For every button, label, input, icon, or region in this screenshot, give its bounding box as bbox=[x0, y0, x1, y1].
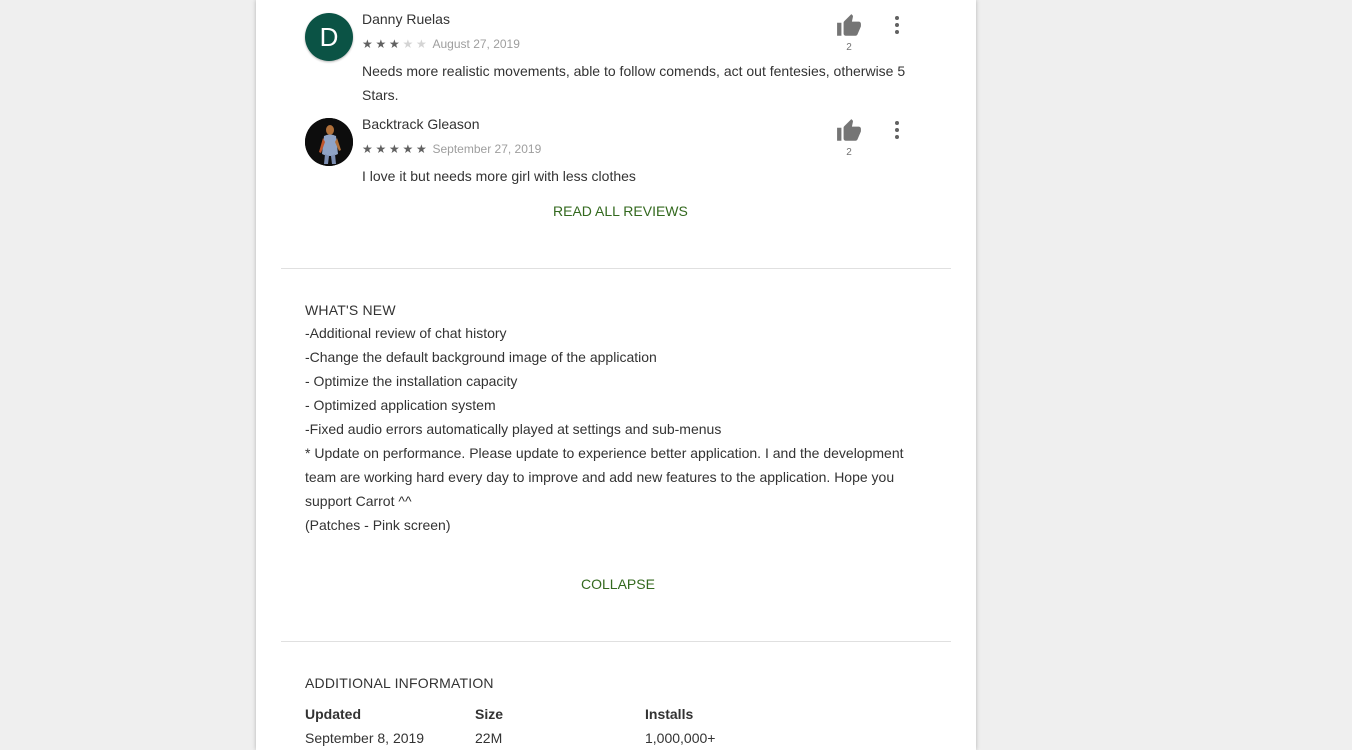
helpful-count: 2 bbox=[846, 147, 852, 158]
star-icon: ★ bbox=[402, 142, 414, 156]
note-line: * Update on performance. Please update t… bbox=[305, 445, 904, 509]
star-icon: ★ bbox=[416, 142, 427, 156]
thumb-up-icon[interactable] bbox=[836, 118, 862, 144]
note-line: -Additional review of chat history bbox=[305, 325, 507, 341]
additional-info-title: ADDITIONAL INFORMATION bbox=[305, 675, 494, 691]
star-icon: ★ bbox=[362, 142, 373, 156]
info-label: Installs bbox=[645, 706, 694, 722]
review-text: Needs more realistic movements, able to … bbox=[362, 63, 906, 103]
note-line: (Patches - Pink screen) bbox=[305, 517, 451, 533]
star-icon: ★ bbox=[416, 37, 427, 51]
star-icon: ★ bbox=[375, 37, 387, 51]
review-item: Backtrack Gleason ★ ★ ★ ★ ★ September 27, 20… bbox=[305, 116, 925, 188]
review-date: September 27, 2019 bbox=[432, 142, 542, 156]
note-line: - Optimize the installation capacity bbox=[305, 373, 518, 389]
more-vert-icon[interactable] bbox=[887, 118, 907, 144]
review-text: I love it but needs more girl with less … bbox=[362, 168, 636, 184]
review-meta: ★ ★ ★ ★ ★ August 27, 2019 bbox=[362, 37, 520, 51]
thumb-up-icon[interactable] bbox=[836, 13, 862, 39]
divider bbox=[281, 268, 951, 269]
info-value: September 8, 2019 bbox=[305, 730, 425, 746]
star-icon: ★ bbox=[362, 37, 373, 51]
star-icon: ★ bbox=[402, 37, 414, 51]
whats-new-title: WHAT'S NEW bbox=[305, 302, 396, 318]
star-rating: ★ ★ ★ ★ ★ bbox=[362, 143, 430, 155]
info-updated: Updated September 8, 2019 bbox=[305, 706, 424, 746]
note-line: - Optimized application system bbox=[305, 397, 496, 413]
divider bbox=[281, 641, 951, 642]
helpful-count: 2 bbox=[846, 42, 852, 53]
info-label: Updated bbox=[305, 706, 361, 722]
whats-new-notes: -Additional review of chat history -Chan… bbox=[305, 321, 905, 537]
read-all-reviews-button[interactable]: READ ALL REVIEWS bbox=[553, 203, 688, 219]
review-item: D Danny Ruelas ★ ★ ★ ★ ★ August 27, 2019 Nee… bbox=[305, 11, 925, 105]
review-meta: ★ ★ ★ ★ ★ September 27, 2019 bbox=[362, 142, 541, 156]
app-details-card: D Danny Ruelas ★ ★ ★ ★ ★ August 27, 2019 Nee… bbox=[256, 0, 976, 750]
note-line: -Fixed audio errors automatically played… bbox=[305, 421, 722, 437]
info-size: Size 22M bbox=[475, 706, 503, 746]
collapse-button[interactable]: COLLAPSE bbox=[581, 576, 655, 592]
star-rating: ★ ★ ★ ★ ★ bbox=[362, 38, 430, 50]
note-line: -Change the default background image of … bbox=[305, 349, 657, 365]
avatar[interactable]: D bbox=[305, 13, 353, 61]
avatar[interactable] bbox=[305, 118, 353, 166]
star-icon: ★ bbox=[389, 142, 400, 156]
review-author: Backtrack Gleason bbox=[362, 116, 480, 132]
info-value: 22M bbox=[475, 730, 503, 746]
star-icon: ★ bbox=[375, 142, 387, 156]
review-date: August 27, 2019 bbox=[432, 37, 520, 51]
more-vert-icon[interactable] bbox=[887, 13, 907, 39]
review-author: Danny Ruelas bbox=[362, 11, 450, 27]
info-label: Size bbox=[475, 706, 504, 722]
star-icon: ★ bbox=[389, 37, 400, 51]
info-installs: Installs 1,000,000+ bbox=[645, 706, 715, 746]
info-value: 1,000,000+ bbox=[645, 730, 716, 746]
